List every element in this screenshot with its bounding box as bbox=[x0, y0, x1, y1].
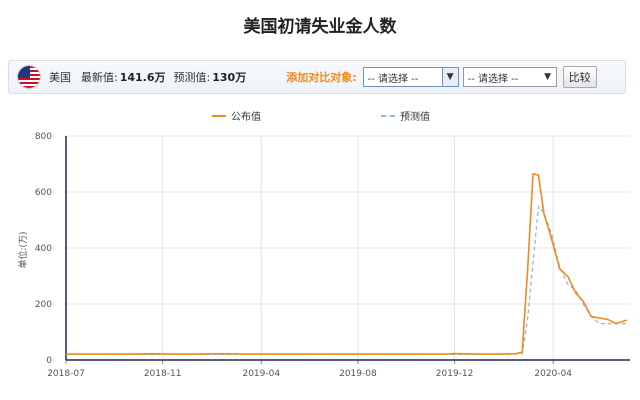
y-tick-label: 400 bbox=[35, 244, 52, 254]
chart-series bbox=[66, 173, 627, 356]
x-tick-label: 2019-04 bbox=[242, 369, 280, 379]
y-tick-label: 200 bbox=[35, 300, 52, 310]
y-tick-label: 0 bbox=[46, 356, 52, 366]
x-tick-label: 2019-12 bbox=[436, 369, 474, 379]
series-forecast-line[interactable] bbox=[66, 205, 627, 356]
chart-grid bbox=[65, 135, 630, 360]
y-tick-label: 800 bbox=[35, 132, 52, 142]
x-tick-label: 2020-04 bbox=[534, 369, 572, 379]
series-actual-line[interactable] bbox=[66, 173, 627, 355]
x-tick-label: 2018-07 bbox=[47, 369, 85, 379]
line-chart: 0 200 400 600 800 2018-07 2018-11 2019-04 2019-0… bbox=[17, 132, 630, 379]
y-axis-label: 单位:(万) bbox=[17, 231, 29, 268]
chart-axes: 0 200 400 600 800 2018-07 2018-11 2019-04 2019-0… bbox=[17, 132, 630, 379]
x-tick-label: 2019-08 bbox=[339, 369, 377, 379]
x-tick-label: 2018-11 bbox=[144, 369, 182, 379]
y-tick-label: 600 bbox=[35, 188, 52, 198]
